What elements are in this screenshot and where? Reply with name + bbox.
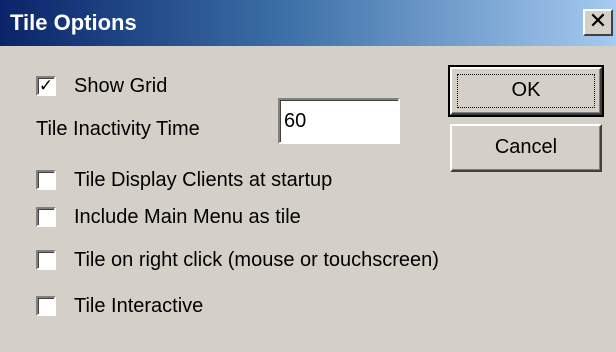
tile-right-click-label: Tile on right click (mouse or touchscree… (74, 249, 439, 271)
tile-interactive-label: Tile Interactive (74, 295, 204, 317)
tile-inactivity-time-label: Tile Inactivity Time (36, 118, 200, 140)
window-title: Tile Options (10, 10, 137, 35)
close-icon: ✕ (588, 9, 608, 34)
cancel-button[interactable]: Cancel (450, 124, 602, 172)
show-grid-option[interactable]: ✓ Show Grid (36, 73, 167, 99)
show-grid-label: Show Grid (74, 75, 168, 97)
checkmark-icon: ✓ (38, 76, 54, 96)
tile-right-click-checkbox[interactable] (36, 250, 56, 270)
tile-inactivity-time-input[interactable] (278, 98, 400, 144)
tile-options-dialog: Tile Options ✕ ✓ Show Grid Tile Inactivi… (0, 0, 616, 352)
title-bar: Tile Options ✕ (0, 0, 616, 46)
include-main-menu-checkbox[interactable] (36, 207, 56, 227)
tile-display-clients-checkbox[interactable] (36, 170, 56, 190)
tile-right-click-option[interactable]: Tile on right click (mouse or touchscree… (36, 247, 439, 273)
include-main-menu-option[interactable]: Include Main Menu as tile (36, 204, 301, 230)
show-grid-checkbox[interactable]: ✓ (36, 76, 56, 96)
ok-button[interactable]: OK (448, 65, 604, 117)
tile-display-clients-label: Tile Display Clients at startup (74, 169, 333, 191)
focus-ring (457, 74, 595, 108)
tile-interactive-option[interactable]: Tile Interactive (36, 293, 203, 319)
close-button[interactable]: ✕ (583, 9, 613, 36)
tile-interactive-checkbox[interactable] (36, 296, 56, 316)
tile-display-clients-option[interactable]: Tile Display Clients at startup (36, 167, 332, 193)
cancel-button-label: Cancel (494, 136, 558, 158)
include-main-menu-label: Include Main Menu as tile (74, 206, 301, 228)
